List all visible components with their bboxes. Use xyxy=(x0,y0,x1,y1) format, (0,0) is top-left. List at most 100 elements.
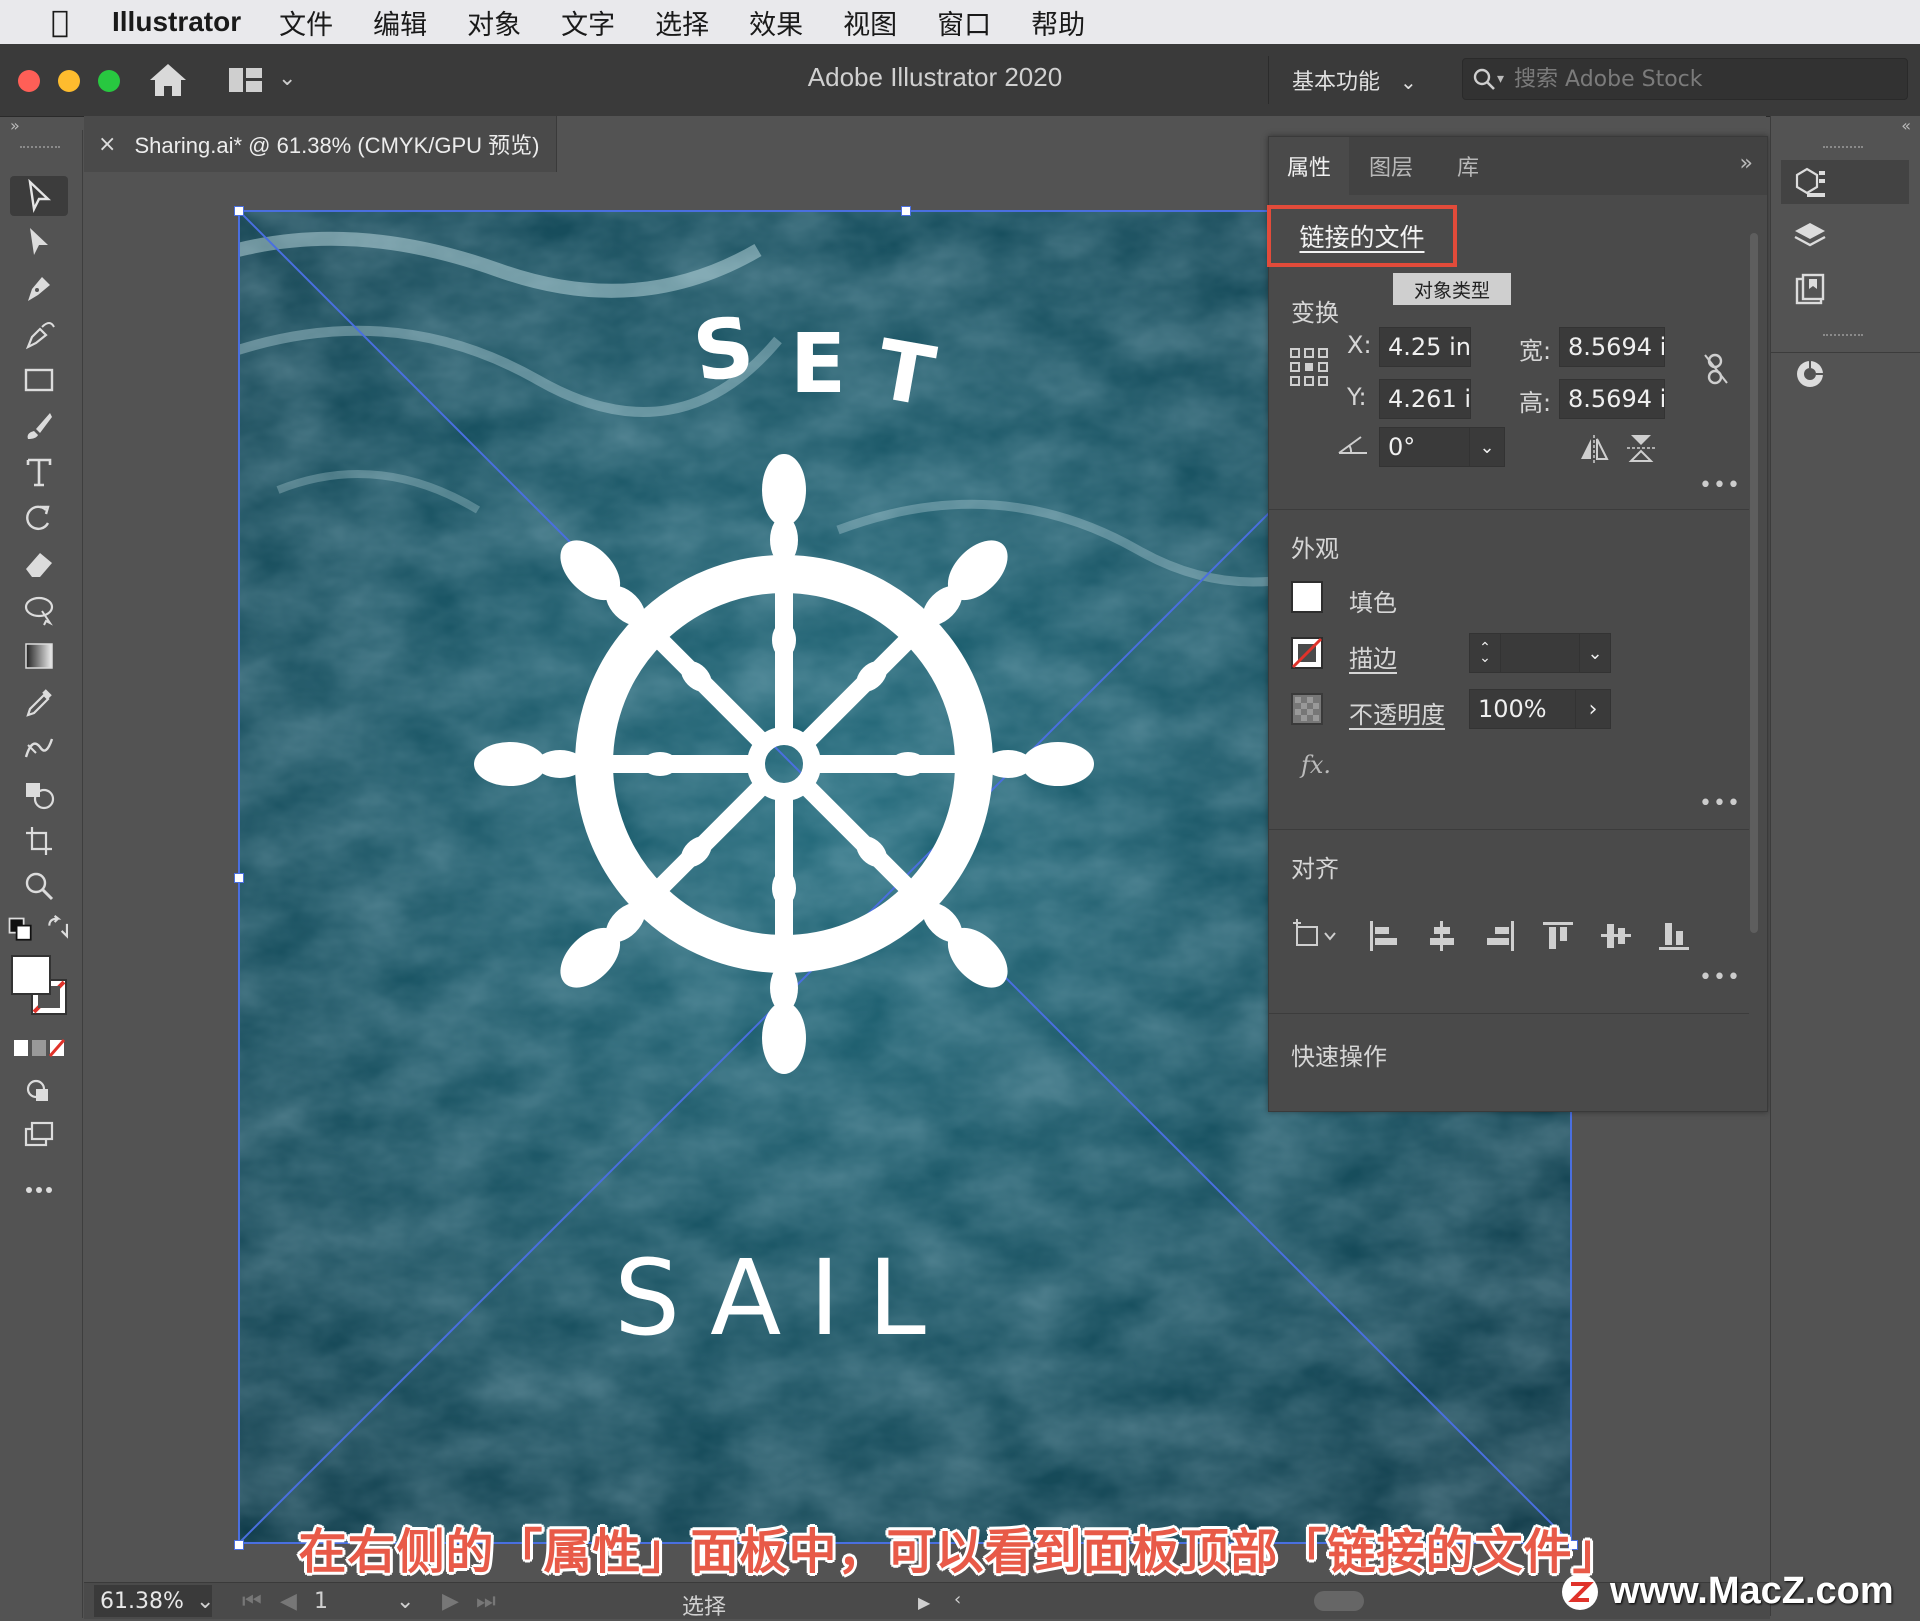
menu-help[interactable]: 帮助 xyxy=(1031,3,1085,42)
tab-libraries[interactable]: 库 xyxy=(1433,137,1503,195)
more-tools-icon[interactable] xyxy=(10,1170,68,1210)
scroll-left-icon[interactable]: ‹ xyxy=(954,1589,961,1610)
dock-libraries-button[interactable] xyxy=(1781,268,1909,312)
stepper-icon[interactable]: ⌃ ⌄ xyxy=(1470,634,1501,672)
rectangle-tool-icon[interactable] xyxy=(10,360,68,400)
apple-icon[interactable]:  xyxy=(40,2,80,42)
next-artboard-icon[interactable]: ▶ xyxy=(442,1589,459,1614)
align-vertical-center-icon[interactable] xyxy=(1599,919,1633,953)
stroke-weight-field[interactable]: ⌃ ⌄ ⌄ xyxy=(1469,633,1611,673)
dock-properties-button[interactable] xyxy=(1781,160,1909,204)
x-field[interactable]: 4.25 in xyxy=(1379,327,1471,367)
zoom-tool-icon[interactable] xyxy=(10,866,68,906)
flip-horizontal-icon[interactable] xyxy=(1579,435,1609,463)
shape-builder-tool-icon[interactable] xyxy=(10,774,68,814)
fill-swatch[interactable] xyxy=(1291,581,1323,613)
first-artboard-icon[interactable]: ⏮ xyxy=(242,1589,262,1614)
panel-grip[interactable] xyxy=(1823,146,1863,152)
flip-vertical-icon[interactable] xyxy=(1627,433,1655,463)
panel-grip[interactable] xyxy=(1823,334,1863,340)
align-bottom-icon[interactable] xyxy=(1657,919,1691,953)
width-field[interactable]: 8.5694 in xyxy=(1559,327,1665,367)
menu-edit[interactable]: 编辑 xyxy=(373,3,427,42)
panel-menu-icon[interactable]: » xyxy=(1740,151,1753,176)
dock-layers-button[interactable] xyxy=(1781,214,1909,258)
eyedropper-tool-icon[interactable] xyxy=(10,682,68,722)
swap-colors-icon[interactable] xyxy=(44,910,74,950)
menu-file[interactable]: 文件 xyxy=(279,3,333,42)
color-mode-icons[interactable] xyxy=(10,1032,68,1064)
width-tool-icon[interactable] xyxy=(10,590,68,630)
align-left-icon[interactable] xyxy=(1367,919,1401,953)
selection-handle[interactable] xyxy=(901,206,911,216)
dock-color-button[interactable] xyxy=(1781,352,1909,396)
chevron-right-icon[interactable]: › xyxy=(1575,690,1610,728)
linked-file-link[interactable]: 链接的文件 xyxy=(1299,218,1424,254)
stock-search-input[interactable] xyxy=(1512,65,1877,93)
previous-artboard-icon[interactable]: ◀ xyxy=(280,1589,297,1614)
menu-view[interactable]: 视图 xyxy=(843,3,897,42)
stroke-swatch[interactable] xyxy=(1291,637,1323,669)
paintbrush-tool-icon[interactable] xyxy=(10,406,68,446)
opacity-field[interactable]: 100% › xyxy=(1469,689,1611,729)
stroke-label[interactable]: 描边 xyxy=(1349,639,1397,674)
pen-tool-icon[interactable] xyxy=(10,268,68,308)
selection-handle[interactable] xyxy=(234,873,244,883)
more-options-icon[interactable]: ••• xyxy=(1699,473,1741,498)
more-options-icon[interactable]: ••• xyxy=(1699,965,1741,990)
chevron-down-icon[interactable]: ⌄ xyxy=(1579,634,1610,672)
document-tab-label: Sharing.ai* @ 61.38% (CMYK/GPU 预览) xyxy=(134,133,540,158)
artboard-tool-icon[interactable] xyxy=(10,820,68,860)
selection-tool-icon[interactable] xyxy=(10,176,68,216)
gradient-tool-icon[interactable] xyxy=(10,636,68,676)
fx-icon[interactable]: fx. xyxy=(1301,751,1331,779)
stock-search[interactable]: ▾ xyxy=(1462,58,1908,100)
tab-layers[interactable]: 图层 xyxy=(1351,137,1431,195)
horizontal-scroll-thumb[interactable] xyxy=(1314,1591,1364,1611)
align-horizontal-center-icon[interactable] xyxy=(1425,919,1459,953)
y-field[interactable]: 4.261 in xyxy=(1379,379,1471,419)
eraser-tool-icon[interactable] xyxy=(10,544,68,584)
chevron-down-icon[interactable]: ⌄ xyxy=(1469,428,1504,466)
reference-point-icon[interactable] xyxy=(1289,347,1329,387)
rotation-field[interactable]: 0° ⌄ xyxy=(1379,427,1505,467)
align-top-icon[interactable] xyxy=(1541,919,1575,953)
menu-type[interactable]: 文字 xyxy=(561,3,615,42)
panel-scrollbar[interactable] xyxy=(1747,203,1761,1043)
align-to-selection-icon[interactable] xyxy=(1291,919,1345,953)
constrain-proportions-icon[interactable] xyxy=(1701,351,1731,387)
rotate-tool-icon[interactable] xyxy=(10,498,68,538)
close-icon[interactable]: × xyxy=(98,132,116,157)
type-tool-icon[interactable] xyxy=(10,452,68,492)
menu-window[interactable]: 窗口 xyxy=(937,3,991,42)
tab-properties[interactable]: 属性 xyxy=(1269,137,1349,195)
screen-mode-icon[interactable] xyxy=(10,1116,68,1156)
selection-handle[interactable] xyxy=(234,206,244,216)
curvature-tool-icon[interactable] xyxy=(10,314,68,354)
chevron-down-icon[interactable]: ⌄ xyxy=(196,1589,214,1614)
scrollbar-thumb[interactable] xyxy=(1750,233,1758,933)
document-tab[interactable]: × Sharing.ai* @ 61.38% (CMYK/GPU 预览) xyxy=(84,116,557,172)
menu-app-name[interactable]: Illustrator xyxy=(112,6,241,38)
menu-select[interactable]: 选择 xyxy=(655,3,709,42)
menu-effect[interactable]: 效果 xyxy=(749,3,803,42)
zoom-field[interactable]: 61.38% xyxy=(94,1585,212,1617)
drawing-modes-icon[interactable] xyxy=(10,1070,68,1110)
fill-stroke-swatches[interactable] xyxy=(10,950,68,1030)
opacity-label[interactable]: 不透明度 xyxy=(1349,695,1445,730)
default-colors-icon[interactable] xyxy=(6,910,36,950)
status-mode[interactable]: 选择 xyxy=(682,1589,726,1621)
more-options-icon[interactable]: ••• xyxy=(1699,791,1741,816)
direct-selection-tool-icon[interactable] xyxy=(10,222,68,262)
panel-grip[interactable] xyxy=(20,146,60,154)
collapse-dock-icon[interactable]: « xyxy=(1901,116,1911,135)
chevron-down-icon[interactable]: ⌄ xyxy=(396,1589,414,1614)
menu-object[interactable]: 对象 xyxy=(467,3,521,42)
last-artboard-icon[interactable]: ⏭ xyxy=(476,1589,496,1614)
status-menu-icon[interactable]: ▶ xyxy=(918,1593,930,1612)
align-right-icon[interactable] xyxy=(1483,919,1517,953)
height-field[interactable]: 8.5694 in xyxy=(1559,379,1665,419)
artboard-number[interactable]: 1 xyxy=(314,1589,328,1614)
workspace-switcher[interactable]: 基本功能 ⌄ xyxy=(1292,64,1417,96)
blend-tool-icon[interactable] xyxy=(10,728,68,768)
